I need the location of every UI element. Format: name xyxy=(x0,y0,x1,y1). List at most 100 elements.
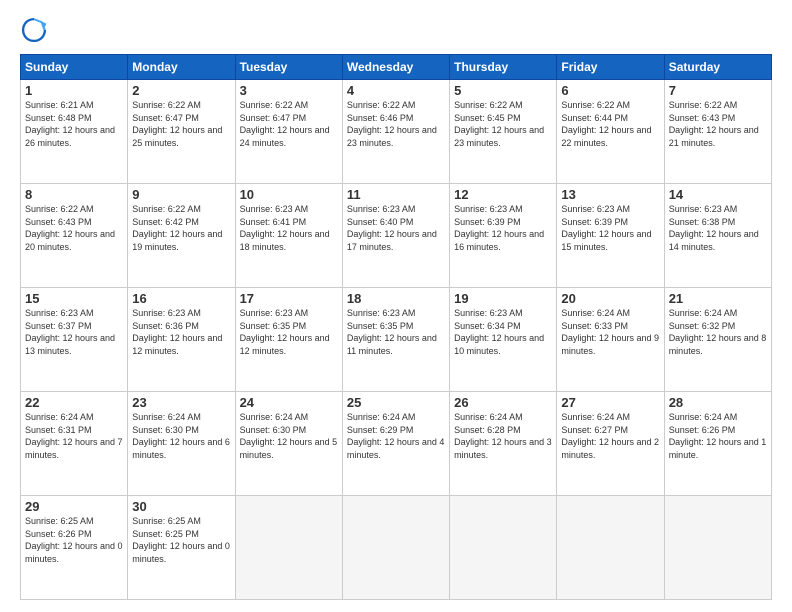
day-number: 17 xyxy=(240,291,338,306)
day-number: 3 xyxy=(240,83,338,98)
day-detail: Sunrise: 6:22 AM Sunset: 6:47 PM Dayligh… xyxy=(132,99,230,149)
day-number: 13 xyxy=(561,187,659,202)
day-number: 24 xyxy=(240,395,338,410)
calendar-cell xyxy=(557,496,664,600)
calendar-cell: 24Sunrise: 6:24 AM Sunset: 6:30 PM Dayli… xyxy=(235,392,342,496)
calendar-cell: 9Sunrise: 6:22 AM Sunset: 6:42 PM Daylig… xyxy=(128,184,235,288)
day-number: 2 xyxy=(132,83,230,98)
logo xyxy=(20,16,52,44)
day-number: 7 xyxy=(669,83,767,98)
calendar-week-1: 1Sunrise: 6:21 AM Sunset: 6:48 PM Daylig… xyxy=(21,80,772,184)
calendar-cell: 22Sunrise: 6:24 AM Sunset: 6:31 PM Dayli… xyxy=(21,392,128,496)
day-detail: Sunrise: 6:22 AM Sunset: 6:45 PM Dayligh… xyxy=(454,99,552,149)
weekday-wednesday: Wednesday xyxy=(342,55,449,80)
day-number: 25 xyxy=(347,395,445,410)
day-detail: Sunrise: 6:24 AM Sunset: 6:31 PM Dayligh… xyxy=(25,411,123,461)
day-number: 29 xyxy=(25,499,123,514)
day-number: 19 xyxy=(454,291,552,306)
day-detail: Sunrise: 6:24 AM Sunset: 6:26 PM Dayligh… xyxy=(669,411,767,461)
day-detail: Sunrise: 6:23 AM Sunset: 6:38 PM Dayligh… xyxy=(669,203,767,253)
calendar-cell: 19Sunrise: 6:23 AM Sunset: 6:34 PM Dayli… xyxy=(450,288,557,392)
calendar-cell xyxy=(664,496,771,600)
day-number: 14 xyxy=(669,187,767,202)
day-number: 12 xyxy=(454,187,552,202)
calendar-cell: 13Sunrise: 6:23 AM Sunset: 6:39 PM Dayli… xyxy=(557,184,664,288)
calendar-cell: 12Sunrise: 6:23 AM Sunset: 6:39 PM Dayli… xyxy=(450,184,557,288)
calendar-cell: 6Sunrise: 6:22 AM Sunset: 6:44 PM Daylig… xyxy=(557,80,664,184)
calendar-cell: 10Sunrise: 6:23 AM Sunset: 6:41 PM Dayli… xyxy=(235,184,342,288)
weekday-header-row: SundayMondayTuesdayWednesdayThursdayFrid… xyxy=(21,55,772,80)
calendar-cell: 21Sunrise: 6:24 AM Sunset: 6:32 PM Dayli… xyxy=(664,288,771,392)
day-number: 10 xyxy=(240,187,338,202)
day-detail: Sunrise: 6:24 AM Sunset: 6:30 PM Dayligh… xyxy=(132,411,230,461)
logo-icon xyxy=(20,16,48,44)
day-detail: Sunrise: 6:23 AM Sunset: 6:41 PM Dayligh… xyxy=(240,203,338,253)
day-detail: Sunrise: 6:24 AM Sunset: 6:28 PM Dayligh… xyxy=(454,411,552,461)
day-detail: Sunrise: 6:24 AM Sunset: 6:32 PM Dayligh… xyxy=(669,307,767,357)
day-detail: Sunrise: 6:24 AM Sunset: 6:33 PM Dayligh… xyxy=(561,307,659,357)
day-number: 18 xyxy=(347,291,445,306)
calendar-cell: 7Sunrise: 6:22 AM Sunset: 6:43 PM Daylig… xyxy=(664,80,771,184)
day-detail: Sunrise: 6:23 AM Sunset: 6:40 PM Dayligh… xyxy=(347,203,445,253)
calendar-cell: 18Sunrise: 6:23 AM Sunset: 6:35 PM Dayli… xyxy=(342,288,449,392)
day-number: 5 xyxy=(454,83,552,98)
day-detail: Sunrise: 6:22 AM Sunset: 6:44 PM Dayligh… xyxy=(561,99,659,149)
calendar-cell xyxy=(450,496,557,600)
calendar-page: SundayMondayTuesdayWednesdayThursdayFrid… xyxy=(0,0,792,612)
calendar-cell: 28Sunrise: 6:24 AM Sunset: 6:26 PM Dayli… xyxy=(664,392,771,496)
day-detail: Sunrise: 6:23 AM Sunset: 6:37 PM Dayligh… xyxy=(25,307,123,357)
day-number: 22 xyxy=(25,395,123,410)
header xyxy=(20,16,772,44)
day-detail: Sunrise: 6:23 AM Sunset: 6:39 PM Dayligh… xyxy=(454,203,552,253)
day-number: 28 xyxy=(669,395,767,410)
calendar-cell: 17Sunrise: 6:23 AM Sunset: 6:35 PM Dayli… xyxy=(235,288,342,392)
weekday-sunday: Sunday xyxy=(21,55,128,80)
calendar-cell: 5Sunrise: 6:22 AM Sunset: 6:45 PM Daylig… xyxy=(450,80,557,184)
calendar-cell xyxy=(342,496,449,600)
day-number: 15 xyxy=(25,291,123,306)
day-number: 27 xyxy=(561,395,659,410)
day-number: 4 xyxy=(347,83,445,98)
day-detail: Sunrise: 6:23 AM Sunset: 6:39 PM Dayligh… xyxy=(561,203,659,253)
calendar-week-5: 29Sunrise: 6:25 AM Sunset: 6:26 PM Dayli… xyxy=(21,496,772,600)
calendar-cell: 29Sunrise: 6:25 AM Sunset: 6:26 PM Dayli… xyxy=(21,496,128,600)
calendar-cell: 8Sunrise: 6:22 AM Sunset: 6:43 PM Daylig… xyxy=(21,184,128,288)
calendar-cell: 30Sunrise: 6:25 AM Sunset: 6:25 PM Dayli… xyxy=(128,496,235,600)
calendar-table: SundayMondayTuesdayWednesdayThursdayFrid… xyxy=(20,54,772,600)
day-number: 9 xyxy=(132,187,230,202)
weekday-saturday: Saturday xyxy=(664,55,771,80)
calendar-cell: 16Sunrise: 6:23 AM Sunset: 6:36 PM Dayli… xyxy=(128,288,235,392)
calendar-cell: 11Sunrise: 6:23 AM Sunset: 6:40 PM Dayli… xyxy=(342,184,449,288)
day-detail: Sunrise: 6:22 AM Sunset: 6:47 PM Dayligh… xyxy=(240,99,338,149)
calendar-week-4: 22Sunrise: 6:24 AM Sunset: 6:31 PM Dayli… xyxy=(21,392,772,496)
day-number: 16 xyxy=(132,291,230,306)
day-detail: Sunrise: 6:22 AM Sunset: 6:43 PM Dayligh… xyxy=(25,203,123,253)
day-number: 21 xyxy=(669,291,767,306)
calendar-cell: 1Sunrise: 6:21 AM Sunset: 6:48 PM Daylig… xyxy=(21,80,128,184)
calendar-cell: 20Sunrise: 6:24 AM Sunset: 6:33 PM Dayli… xyxy=(557,288,664,392)
day-detail: Sunrise: 6:21 AM Sunset: 6:48 PM Dayligh… xyxy=(25,99,123,149)
day-number: 26 xyxy=(454,395,552,410)
day-number: 23 xyxy=(132,395,230,410)
calendar-cell: 2Sunrise: 6:22 AM Sunset: 6:47 PM Daylig… xyxy=(128,80,235,184)
calendar-cell: 4Sunrise: 6:22 AM Sunset: 6:46 PM Daylig… xyxy=(342,80,449,184)
day-detail: Sunrise: 6:24 AM Sunset: 6:29 PM Dayligh… xyxy=(347,411,445,461)
weekday-tuesday: Tuesday xyxy=(235,55,342,80)
calendar-cell: 27Sunrise: 6:24 AM Sunset: 6:27 PM Dayli… xyxy=(557,392,664,496)
calendar-week-2: 8Sunrise: 6:22 AM Sunset: 6:43 PM Daylig… xyxy=(21,184,772,288)
calendar-cell: 3Sunrise: 6:22 AM Sunset: 6:47 PM Daylig… xyxy=(235,80,342,184)
day-number: 1 xyxy=(25,83,123,98)
day-detail: Sunrise: 6:23 AM Sunset: 6:35 PM Dayligh… xyxy=(240,307,338,357)
day-detail: Sunrise: 6:22 AM Sunset: 6:42 PM Dayligh… xyxy=(132,203,230,253)
day-detail: Sunrise: 6:23 AM Sunset: 6:34 PM Dayligh… xyxy=(454,307,552,357)
weekday-monday: Monday xyxy=(128,55,235,80)
day-detail: Sunrise: 6:23 AM Sunset: 6:35 PM Dayligh… xyxy=(347,307,445,357)
day-detail: Sunrise: 6:25 AM Sunset: 6:25 PM Dayligh… xyxy=(132,515,230,565)
day-number: 6 xyxy=(561,83,659,98)
day-number: 30 xyxy=(132,499,230,514)
calendar-cell: 23Sunrise: 6:24 AM Sunset: 6:30 PM Dayli… xyxy=(128,392,235,496)
weekday-thursday: Thursday xyxy=(450,55,557,80)
day-number: 11 xyxy=(347,187,445,202)
calendar-cell: 25Sunrise: 6:24 AM Sunset: 6:29 PM Dayli… xyxy=(342,392,449,496)
day-detail: Sunrise: 6:23 AM Sunset: 6:36 PM Dayligh… xyxy=(132,307,230,357)
